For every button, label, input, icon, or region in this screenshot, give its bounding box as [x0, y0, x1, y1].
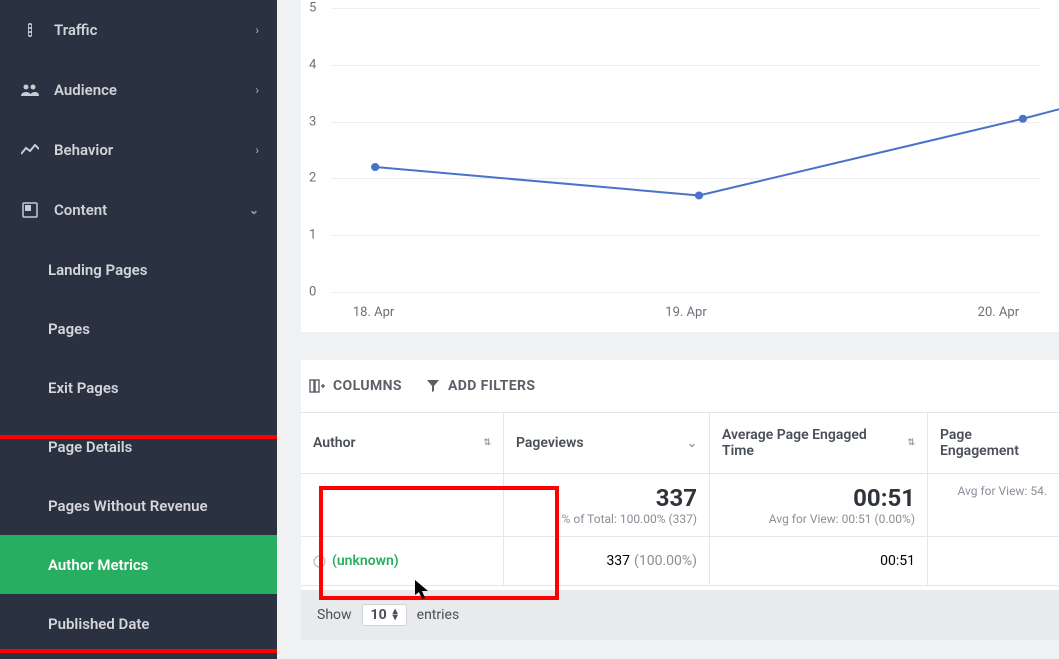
- row-select-icon: [313, 555, 326, 568]
- summary-pageviews: 337 % of Total: 100.00% (337): [503, 474, 709, 536]
- columns-icon: [309, 378, 325, 394]
- chevron-right-icon: ›: [255, 23, 259, 37]
- table-toolbar: COLUMNS ADD FILTERS: [301, 360, 1059, 412]
- line-chart[interactable]: 01234518. Apr19. Apr20. Apr: [305, 8, 1041, 322]
- table-header: Author ⇅ Pageviews ⌄ Average Page Engage…: [301, 412, 1059, 474]
- sidebar: Traffic › Audience › Behavior › Content …: [0, 0, 277, 659]
- footer-entries-label: entries: [417, 607, 460, 623]
- sidebar-item-page-details[interactable]: Page Details: [0, 417, 277, 476]
- summary-engagement: Avg for View: 54.: [927, 474, 1059, 536]
- x-tick-label: 20. Apr: [978, 305, 1019, 320]
- behavior-icon: [18, 144, 42, 156]
- nav-traffic[interactable]: Traffic ›: [0, 0, 277, 60]
- nav-label: Content: [54, 201, 107, 219]
- nav-audience[interactable]: Audience ›: [0, 60, 277, 120]
- th-engagement[interactable]: Page Engagement: [927, 413, 1059, 473]
- sidebar-item-published-date[interactable]: Published Date: [0, 594, 277, 653]
- sidebar-item-pages[interactable]: Pages: [0, 299, 277, 358]
- nav-behavior[interactable]: Behavior ›: [0, 120, 277, 180]
- x-tick-label: 18. Apr: [353, 305, 394, 320]
- sidebar-item-pages-without-revenue[interactable]: Pages Without Revenue: [0, 476, 277, 535]
- chevron-right-icon: ›: [255, 83, 259, 97]
- entries-select[interactable]: 10 ▴▾: [362, 604, 407, 626]
- nav-label: Traffic: [54, 21, 97, 39]
- nav-content[interactable]: Content ⌄: [0, 180, 277, 240]
- y-tick-label: 3: [309, 114, 316, 129]
- sidebar-item-exit-pages[interactable]: Exit Pages: [0, 358, 277, 417]
- sort-icon: ⇅: [907, 439, 915, 448]
- sidebar-item-author-metrics[interactable]: Author Metrics: [0, 535, 277, 594]
- y-tick-label: 5: [309, 1, 316, 16]
- cell-engagement: [927, 537, 1059, 585]
- select-arrows-icon: ▴▾: [393, 609, 398, 621]
- traffic-icon: [18, 22, 42, 38]
- chevron-down-icon: ⌄: [249, 203, 259, 217]
- sort-icon: ⇅: [483, 439, 491, 448]
- cell-pageviews: 337 (100.00%): [503, 537, 709, 585]
- audience-icon: [18, 83, 42, 97]
- th-author[interactable]: Author ⇅: [301, 413, 503, 473]
- cell-avg-time: 00:51: [709, 537, 927, 585]
- nav-label: Audience: [54, 81, 117, 99]
- summary-avg-time: 00:51 Avg for View: 00:51 (0.00%): [709, 474, 927, 536]
- cell-author[interactable]: (unknown): [301, 537, 503, 585]
- sidebar-item-landing-pages[interactable]: Landing Pages: [0, 240, 277, 299]
- add-filters-button[interactable]: ADD FILTERS: [426, 378, 535, 394]
- chart-card: 0 1 2 3 4 5 18. Apr 19. Apr 20. Apr: [301, 0, 1059, 332]
- y-tick-label: 2: [309, 171, 316, 186]
- y-tick-label: 1: [309, 228, 316, 243]
- th-pageviews[interactable]: Pageviews ⌄: [503, 413, 709, 473]
- x-tick-label: 19. Apr: [665, 305, 706, 320]
- main-content: 0 1 2 3 4 5 18. Apr 19. Apr 20. Apr COLUMNS ADD …: [277, 0, 1059, 659]
- th-avg-time[interactable]: Average Page Engaged Time ⇅: [709, 413, 927, 473]
- content-icon: [18, 202, 42, 218]
- filter-icon: [426, 379, 440, 393]
- sort-down-icon: ⌄: [687, 437, 697, 449]
- nav-label: Behavior: [54, 141, 113, 159]
- columns-button[interactable]: COLUMNS: [309, 378, 402, 394]
- table-row: (unknown) 337 (100.00%) 00:51: [301, 537, 1059, 586]
- chevron-right-icon: ›: [255, 143, 259, 157]
- footer-show-label: Show: [317, 607, 352, 623]
- y-tick-label: 0: [309, 285, 316, 300]
- summary-row: 337 % of Total: 100.00% (337) 00:51 Avg …: [301, 474, 1059, 537]
- y-tick-label: 4: [309, 57, 316, 72]
- cursor-icon: [415, 580, 429, 600]
